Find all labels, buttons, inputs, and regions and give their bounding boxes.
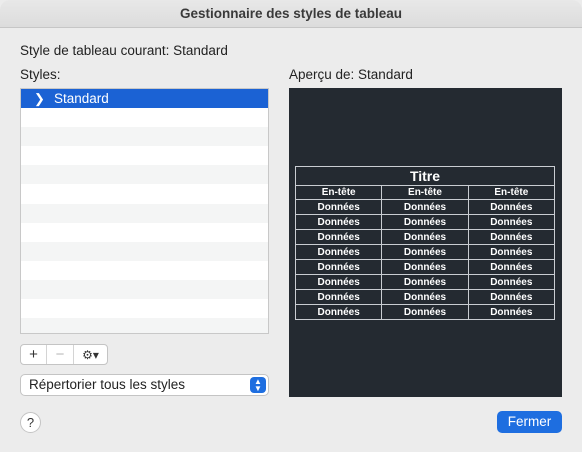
gear-icon[interactable]: ⚙▾ [74, 345, 107, 364]
empty-row [21, 261, 268, 280]
empty-row [21, 184, 268, 203]
table-cell: Données [467, 274, 556, 290]
preview-table-header: En-tête [467, 185, 556, 200]
table-cell: Données [381, 244, 469, 260]
table-cell: Données [467, 214, 556, 230]
table-style-manager-window: Gestionnaire des styles de tableau Style… [0, 0, 582, 452]
add-style-button[interactable]: + [21, 345, 47, 364]
empty-row [21, 299, 268, 318]
preview-table-header: En-tête [381, 185, 469, 200]
empty-row [21, 318, 268, 333]
empty-row [21, 165, 268, 185]
table-cell: Données [294, 304, 383, 320]
empty-row [21, 146, 268, 165]
window-title: Gestionnaire des styles de tableau [0, 0, 582, 28]
chevron-updown-icon: ▲ ▼ [250, 377, 266, 393]
style-filter-select[interactable]: Répertorier tous les styles ▲ ▼ [20, 374, 269, 396]
table-cell: Données [294, 274, 383, 290]
preview-label: Aperçu de: Standard [289, 67, 413, 82]
table-row: Données Données Données [294, 244, 556, 260]
table-row: Données Données Données [294, 214, 556, 230]
remove-style-button[interactable]: − [47, 345, 74, 364]
preview-table: Titre En-tête En-tête En-tête Données Do… [294, 166, 556, 320]
style-filter-value: Répertorier tous les styles [29, 377, 186, 392]
table-cell: Données [381, 214, 469, 230]
list-item[interactable]: ❯ Standard [21, 89, 268, 109]
chevron-right-icon[interactable]: ❯ [34, 91, 45, 107]
table-cell: Données [294, 214, 383, 230]
table-row: Données Données Données [294, 289, 556, 305]
table-cell: Données [294, 199, 383, 215]
preview-table-header: En-tête [294, 185, 383, 200]
table-cell: Données [467, 304, 556, 320]
table-cell: Données [381, 199, 469, 215]
table-row: Données Données Données [294, 304, 556, 320]
table-cell: Données [294, 289, 383, 305]
table-cell: Données [294, 244, 383, 260]
styles-list[interactable]: ❯ Standard [20, 88, 269, 334]
list-item-label: Standard [54, 91, 109, 106]
empty-row [21, 203, 268, 223]
table-cell: Données [381, 304, 469, 320]
table-cell: Données [294, 259, 383, 275]
close-button[interactable]: Fermer [497, 411, 562, 433]
table-cell: Données [467, 229, 556, 245]
table-cell: Données [467, 259, 556, 275]
list-actions-group: + − ⚙▾ [20, 344, 108, 365]
table-cell: Données [467, 289, 556, 305]
table-row: Données Données Données [294, 274, 556, 290]
table-row: Données Données Données [294, 229, 556, 245]
empty-row [21, 223, 268, 242]
help-button[interactable]: ? [20, 412, 41, 433]
table-cell: Données [294, 229, 383, 245]
table-cell: Données [467, 244, 556, 260]
table-cell: Données [381, 274, 469, 290]
empty-row [21, 241, 268, 261]
preview-table-title: Titre [295, 166, 555, 186]
table-row: Données Données Données [294, 199, 556, 215]
table-cell: Données [381, 229, 469, 245]
table-cell: Données [467, 199, 556, 215]
empty-row [21, 108, 268, 127]
empty-row [21, 279, 268, 300]
table-cell: Données [381, 289, 469, 305]
table-cell: Données [381, 259, 469, 275]
styles-label: Styles: [20, 67, 61, 82]
empty-row [21, 127, 268, 147]
current-style-label: Style de tableau courant: Standard [20, 43, 228, 58]
table-row: Données Données Données [294, 259, 556, 275]
style-preview: Titre En-tête En-tête En-tête Données Do… [289, 88, 562, 397]
